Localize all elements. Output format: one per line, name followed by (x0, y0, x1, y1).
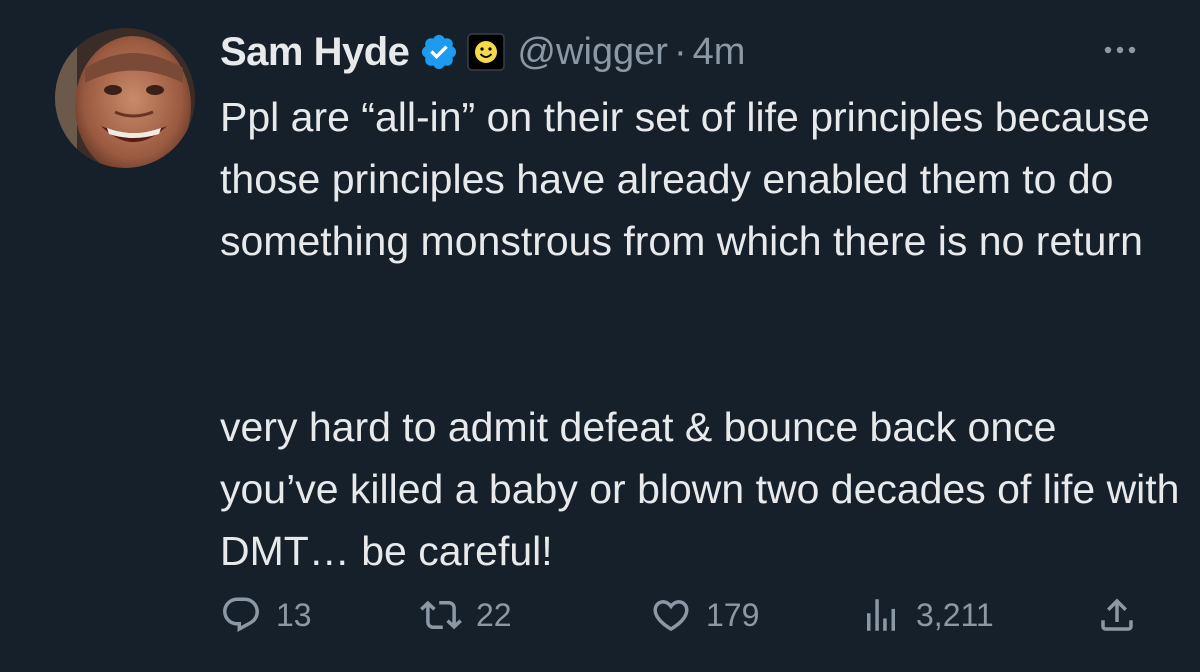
repost-icon (420, 600, 462, 630)
timestamp[interactable]: 4m (693, 31, 746, 74)
tweet[interactable]: Sam Hyde @wigger · 4m Ppl are “all-in” o… (0, 0, 1200, 672)
views-button[interactable]: 3,211 (860, 590, 994, 640)
reply-icon (223, 597, 259, 632)
views-chart-icon (867, 599, 895, 631)
more-options-button[interactable] (1095, 32, 1145, 68)
like-button[interactable]: 179 (650, 590, 759, 640)
action-bar: 13 22 179 3,211 (220, 590, 1140, 640)
smiley-badge-icon[interactable] (467, 33, 506, 71)
share-button[interactable] (1096, 590, 1138, 640)
heart-icon (653, 600, 689, 632)
like-count: 179 (706, 596, 760, 633)
repost-count: 22 (476, 596, 512, 633)
separator-dot: · (673, 30, 687, 73)
views-count: 3,211 (916, 596, 994, 633)
tweet-header: Sam Hyde @wigger · 4m (220, 24, 745, 80)
ellipsis-icon (1104, 46, 1136, 54)
avatar-image (55, 28, 195, 168)
reply-count: 13 (276, 596, 312, 633)
author-handle[interactable]: @wigger (517, 31, 668, 74)
avatar[interactable] (55, 28, 195, 168)
verified-badge-icon[interactable] (419, 32, 459, 72)
tweet-text: Ppl are “all-in” on their set of life pr… (220, 86, 1180, 582)
tweet-paragraph: very hard to admit defeat & bounce back … (220, 404, 1180, 574)
share-icon (1101, 598, 1133, 631)
repost-button[interactable]: 22 (420, 590, 512, 640)
author-name[interactable]: Sam Hyde (220, 30, 410, 75)
reply-button[interactable]: 13 (220, 590, 312, 640)
tweet-paragraph: Ppl are “all-in” on their set of life pr… (220, 94, 1150, 264)
